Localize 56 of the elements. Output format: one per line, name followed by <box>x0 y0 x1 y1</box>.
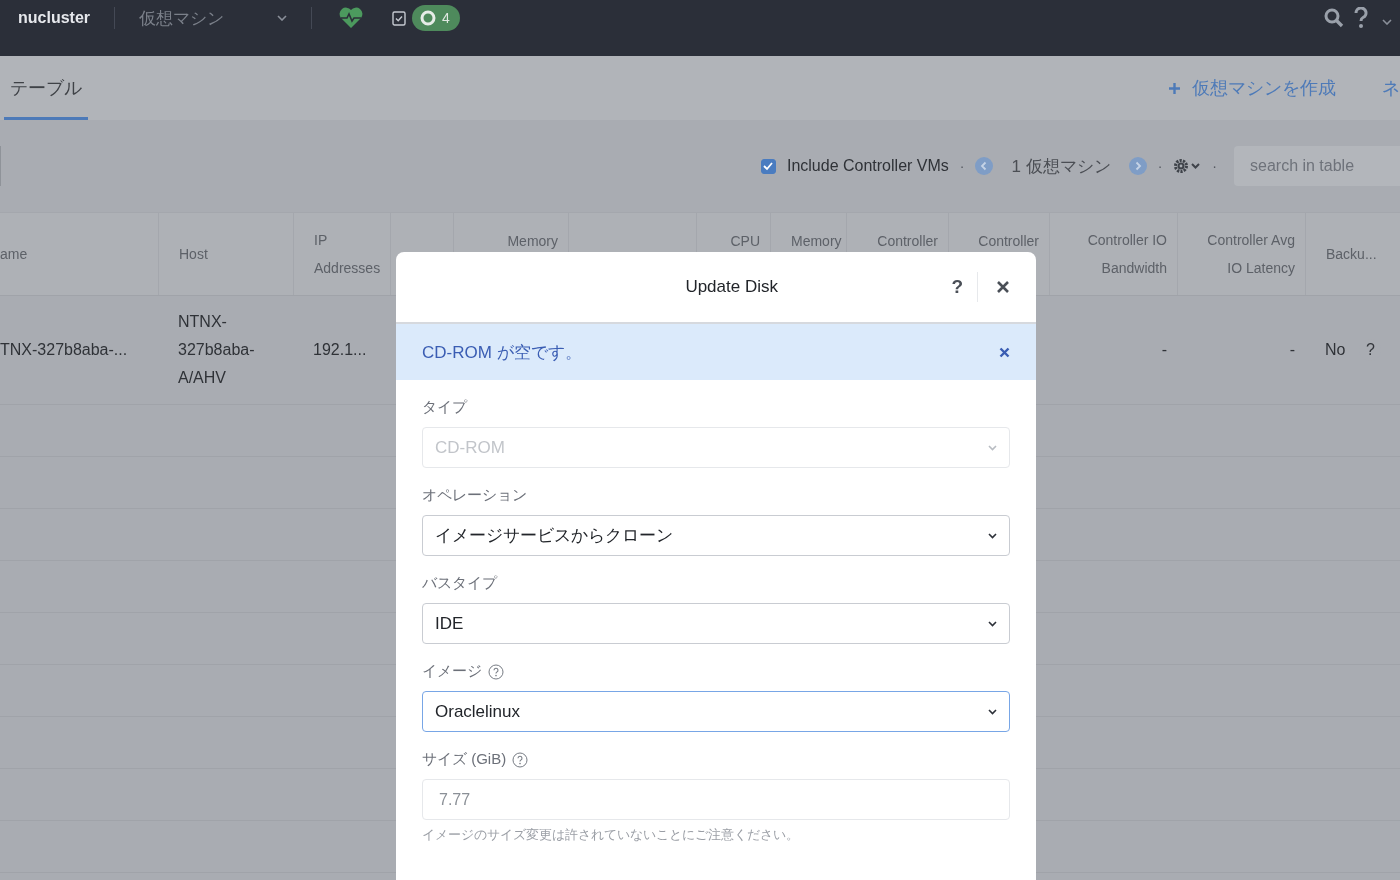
alert-message: CD-ROM が空です。 <box>422 341 582 364</box>
field-label: バスタイプ <box>422 574 497 593</box>
action-link[interactable]: 仮想マシンを作成 <box>1192 76 1336 100</box>
settings-icon[interactable] <box>1173 157 1202 175</box>
tab[interactable]: テーブル <box>4 59 88 120</box>
field-label: タイプ <box>422 398 467 417</box>
cluster-name[interactable]: nucluster <box>18 9 90 27</box>
caret-icon[interactable] <box>1382 19 1392 25</box>
column-header[interactable]: Memory <box>791 227 842 255</box>
column-header[interactable]: Controller <box>877 227 938 255</box>
checkbox-label: Include Controller VMs <box>786 157 949 175</box>
field-label: サイズ (GiB) <box>422 750 507 769</box>
column-header[interactable]: IP Addresses <box>314 226 381 282</box>
select-field[interactable]: IDE <box>422 603 1010 644</box>
heart-pulse-icon[interactable] <box>338 7 364 29</box>
help-icon[interactable] <box>1354 7 1368 29</box>
column-header[interactable]: ame <box>0 240 28 268</box>
caret-icon <box>988 620 997 627</box>
table-cell-text: 192.1... <box>313 340 367 360</box>
caret-icon <box>277 15 287 21</box>
search-icon[interactable] <box>1324 8 1344 28</box>
column-header[interactable]: Controller <box>978 227 1039 255</box>
separator-dot: · <box>1157 158 1163 174</box>
checkbox[interactable] <box>760 158 776 174</box>
table-cell-text: No <box>1325 340 1346 360</box>
table-cell-text: NTNX-327b8aba-A/AHV <box>178 312 256 388</box>
field-label: オペレーション <box>422 486 527 505</box>
section-dropdown[interactable]: 仮想マシン <box>139 6 277 30</box>
help-button[interactable]: ? <box>937 276 977 298</box>
close-icon[interactable] <box>999 346 1010 358</box>
caret-icon <box>988 444 997 451</box>
vm-count: 1 仮想マシン <box>1011 155 1111 178</box>
table-cell-text: TNX-327b8aba-... <box>0 340 128 360</box>
caret-icon <box>988 532 997 539</box>
field-note: イメージのサイズ変更は許されていないことにご注意ください。 <box>422 826 800 844</box>
action-link[interactable]: ネ <box>1382 76 1400 100</box>
clipboard-check-icon[interactable] <box>392 10 406 26</box>
search-field[interactable]: search in table <box>1234 146 1400 186</box>
column-header[interactable]: Backu... <box>1326 240 1377 268</box>
table-cell-text: - <box>1161 340 1167 360</box>
alert-count-badge[interactable]: 4 <box>412 5 460 31</box>
field-label: イメージ <box>422 662 482 681</box>
separator-dot: · <box>959 158 965 174</box>
table-cell-text: - <box>1289 340 1295 360</box>
close-icon[interactable] <box>996 280 1010 294</box>
column-header[interactable]: Memory <box>507 227 558 255</box>
select-field[interactable]: Oraclelinux <box>422 691 1010 732</box>
dialog-title: Update Disk <box>684 277 779 297</box>
caret-icon <box>988 708 997 715</box>
column-header[interactable]: Controller IO Bandwidth <box>1070 226 1167 282</box>
help-icon[interactable] <box>488 663 504 680</box>
separator-dot: · <box>1212 158 1217 174</box>
column-header[interactable]: CPU <box>730 227 760 255</box>
select-field[interactable]: イメージサービスからクローン <box>422 515 1010 556</box>
column-header[interactable]: Host <box>179 240 208 268</box>
column-header[interactable]: Controller Avg IO Latency <box>1198 226 1295 282</box>
